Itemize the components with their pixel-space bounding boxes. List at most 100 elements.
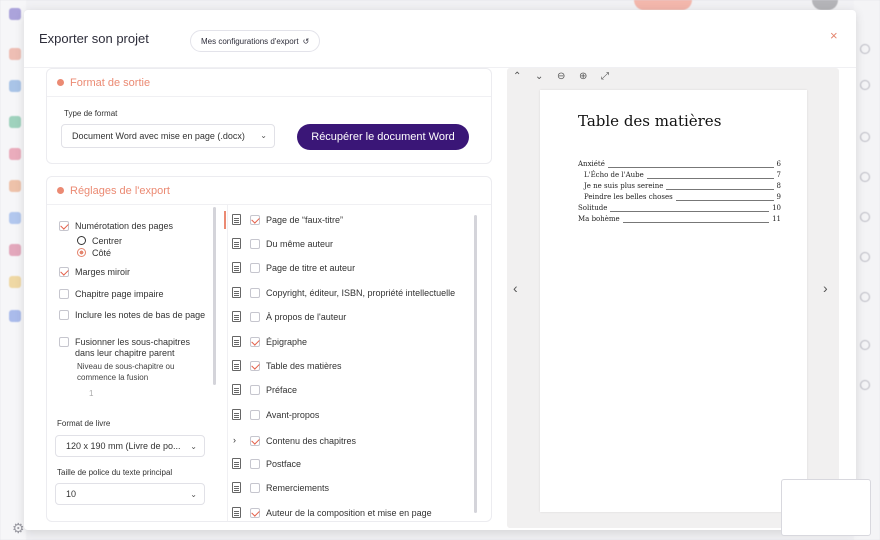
page-numbering-checkbox[interactable] <box>59 221 69 231</box>
export-configurations-label: Mes configurations d'export <box>201 36 299 46</box>
section-checkbox[interactable] <box>250 385 260 395</box>
section-checkbox[interactable] <box>250 436 260 446</box>
format-type-select[interactable]: Document Word avec mise en page (.docx) … <box>61 124 275 148</box>
section-checkbox[interactable] <box>250 483 260 493</box>
toc-entry: Peindre les belles choses 9 <box>584 193 781 204</box>
chevron-right-icon[interactable]: › <box>233 435 236 445</box>
toc-leader <box>610 204 770 212</box>
section-item[interactable]: Postface <box>250 457 301 471</box>
merge-level-input[interactable]: 1 <box>77 389 137 398</box>
section-item[interactable]: Contenu des chapitres <box>250 434 356 448</box>
history-icon: ↺ <box>302 36 310 46</box>
export-settings-header: Réglages de l'export <box>47 177 491 205</box>
mirror-margins-option[interactable]: Marges miroir <box>59 267 130 278</box>
font-size-label: Taille de police du texte principal <box>57 468 173 477</box>
section-item[interactable]: Du même auteur <box>250 237 333 251</box>
close-icon[interactable]: × <box>830 28 838 43</box>
section-checkbox[interactable] <box>250 215 260 225</box>
section-checkbox[interactable] <box>250 239 260 249</box>
section-checkbox[interactable] <box>250 337 260 347</box>
section-item[interactable]: Page de “faux-titre” <box>250 213 343 227</box>
toc-leader <box>622 215 770 223</box>
arrow-down-icon[interactable]: ⌄ <box>535 71 543 82</box>
fullscreen-icon[interactable]: ⤢ <box>601 71 609 82</box>
book-format-value: 120 x 190 mm (Livre de po... <box>66 441 181 451</box>
toc-entry-title: Je ne suis plus sereine <box>584 182 664 190</box>
footnotes-option[interactable]: Inclure les notes de bas de page <box>59 310 205 321</box>
preview-page: Table des matières Anxiété 6 L'Écho de l'A… <box>540 90 807 512</box>
document-icon <box>232 409 241 420</box>
section-label: Du même auteur <box>266 239 334 249</box>
chevron-down-icon: ⌄ <box>260 131 267 140</box>
previous-page-icon[interactable]: ‹ <box>513 280 518 296</box>
section-checkbox[interactable] <box>250 410 260 420</box>
section-dot-icon <box>57 187 64 194</box>
section-checkbox[interactable] <box>250 288 260 298</box>
position-side-radio[interactable] <box>77 248 86 257</box>
page-numbering-option[interactable]: Numérotation des pages <box>59 221 173 232</box>
section-item[interactable]: Copyright, éditeur, ISBN, propriété inte… <box>250 286 455 300</box>
section-item[interactable]: Épigraphe <box>250 335 307 349</box>
options-scrollbar[interactable] <box>213 207 216 385</box>
download-word-button[interactable]: Récupérer le document Word <box>297 124 469 150</box>
section-item[interactable]: Table des matières <box>250 359 342 373</box>
toc-entry-page: 9 <box>776 193 781 201</box>
format-type-label: Type de format <box>64 109 118 118</box>
font-size-value: 10 <box>66 489 77 499</box>
output-format-card: Format de sortie Type de format Document… <box>46 68 492 164</box>
export-configurations-button[interactable]: Mes configurations d'export ↺ <box>190 30 321 52</box>
section-checkbox[interactable] <box>250 508 260 518</box>
toc-entry-page: 10 <box>772 204 781 212</box>
toc-entry: Ma bohème 11 <box>578 215 781 226</box>
toc-entry-page: 6 <box>776 160 781 168</box>
modal-title: Exporter son projet <box>39 31 149 46</box>
settings-options-column: Numérotation des pages Centrer Côté Marg… <box>47 205 217 521</box>
position-center-radio[interactable] <box>77 236 86 245</box>
section-checkbox[interactable] <box>250 312 260 322</box>
settings-gear-icon[interactable]: ⚙ <box>12 520 25 537</box>
footnotes-label: Inclure les notes de bas de page <box>75 310 206 320</box>
position-side-option[interactable]: Côté <box>77 248 111 259</box>
toc-entry-page: 7 <box>776 171 781 179</box>
export-settings-title: Réglages de l'export <box>70 184 170 197</box>
footnotes-checkbox[interactable] <box>59 310 69 320</box>
merge-subchapters-option[interactable]: Fusionner les sous-chapitres dans leur c… <box>59 337 211 359</box>
toc-entry-title: Anxiété <box>578 160 605 168</box>
section-label: Page de titre et auteur <box>266 263 356 273</box>
section-checkbox[interactable] <box>250 361 260 371</box>
document-icon <box>232 311 241 322</box>
section-label: Auteur de la composition et mise en page <box>266 508 432 518</box>
zoom-in-icon[interactable]: ⊕ <box>579 71 587 82</box>
zoom-out-icon[interactable]: ⊖ <box>557 71 565 82</box>
toc-leader <box>666 182 774 190</box>
mirror-margins-checkbox[interactable] <box>59 267 69 277</box>
section-item[interactable]: Préface <box>250 383 297 397</box>
document-icon <box>232 482 241 493</box>
section-item[interactable]: Avant-propos <box>250 408 319 422</box>
sections-scrollbar[interactable] <box>474 215 477 513</box>
odd-chapter-option[interactable]: Chapitre page impaire <box>59 289 164 300</box>
book-format-select[interactable]: 120 x 190 mm (Livre de po... ⌄ <box>55 435 205 457</box>
section-item[interactable]: À propos de l'auteur <box>250 310 346 324</box>
background-sidebar <box>0 0 26 540</box>
document-icon <box>232 287 241 298</box>
merge-subchapters-checkbox[interactable] <box>59 337 69 347</box>
section-checkbox[interactable] <box>250 263 260 273</box>
background-topbar <box>0 0 880 10</box>
section-item[interactable]: Auteur de la composition et mise en page <box>250 506 432 520</box>
position-side-label: Côté <box>92 248 112 258</box>
section-label: Contenu des chapitres <box>266 436 357 446</box>
section-item[interactable]: Remerciements <box>250 481 329 495</box>
next-page-icon[interactable]: › <box>823 280 828 296</box>
page-thumbnail[interactable] <box>781 479 871 536</box>
section-checkbox[interactable] <box>250 459 260 469</box>
toc-leader <box>607 160 774 168</box>
document-icon <box>232 262 241 273</box>
section-item[interactable]: Page de titre et auteur <box>250 261 355 275</box>
font-size-select[interactable]: 10 ⌄ <box>55 483 205 505</box>
odd-chapter-checkbox[interactable] <box>59 289 69 299</box>
document-icon <box>232 336 241 347</box>
output-format-title: Format de sortie <box>70 76 151 89</box>
position-center-option[interactable]: Centrer <box>77 236 122 247</box>
arrow-up-icon[interactable]: ⌃ <box>513 71 521 82</box>
